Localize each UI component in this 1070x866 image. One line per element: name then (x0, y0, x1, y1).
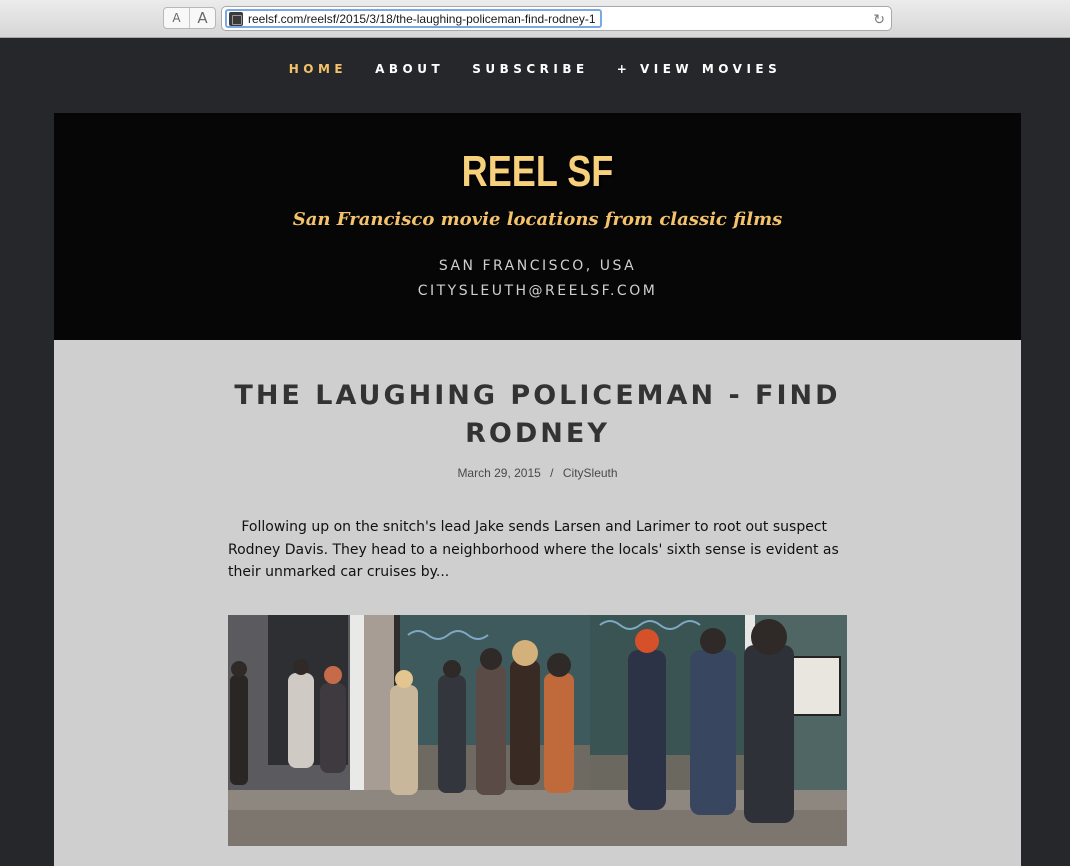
site-title[interactable]: REEL SF (141, 147, 934, 197)
browser-toolbar: A A reelsf.com/reelsf/2015/3/18/the-laug… (0, 0, 1070, 38)
address-bar[interactable]: reelsf.com/reelsf/2015/3/18/the-laughing… (221, 6, 892, 31)
site-location: SAN FRANCISCO, USA (438, 258, 637, 274)
post-body-text: Following up on the snitch's lead Jake s… (228, 519, 839, 580)
nav-item-view-movies[interactable]: + VIEW MOVIES (617, 62, 782, 76)
movie-still-image[interactable] (228, 615, 847, 846)
site-email-link[interactable]: CITYSLEUTH@REELSF.COM (54, 283, 1021, 299)
post-title-line-2: RODNEY (465, 418, 610, 449)
post-meta: March 29, 2015 / CitySleuth (54, 466, 1021, 480)
nav-item-home[interactable]: HOME (289, 62, 347, 76)
site-header: REEL SF San Francisco movie locations fr… (54, 113, 1021, 340)
decrease-font-button[interactable]: A (164, 8, 190, 28)
url-field[interactable]: reelsf.com/reelsf/2015/3/18/the-laughing… (225, 9, 602, 28)
font-size-controls: A A (163, 7, 216, 29)
post-body: Following up on the snitch's lead Jake s… (228, 516, 848, 584)
site-favicon-icon (229, 11, 243, 26)
post-title-line-1: THE LAUGHING POLICEMAN - FIND (234, 380, 841, 411)
increase-font-button[interactable]: A (190, 8, 215, 28)
post-content: THE LAUGHING POLICEMAN - FIND RODNEY Mar… (54, 340, 1021, 866)
main-nav: HOME ABOUT SUBSCRIBE + VIEW MOVIES (0, 62, 1070, 76)
reload-icon[interactable]: ↻ (873, 10, 885, 28)
nav-item-about[interactable]: ABOUT (375, 62, 444, 76)
post-date[interactable]: March 29, 2015 (457, 466, 540, 480)
meta-separator: / (550, 466, 554, 480)
post-title[interactable]: THE LAUGHING POLICEMAN - FIND RODNEY (54, 377, 1021, 453)
nav-item-subscribe[interactable]: SUBSCRIBE (472, 62, 589, 76)
post-author[interactable]: CitySleuth (563, 466, 618, 480)
url-text: reelsf.com/reelsf/2015/3/18/the-laughing… (248, 11, 596, 26)
site-tagline: San Francisco movie locations from class… (292, 209, 783, 230)
